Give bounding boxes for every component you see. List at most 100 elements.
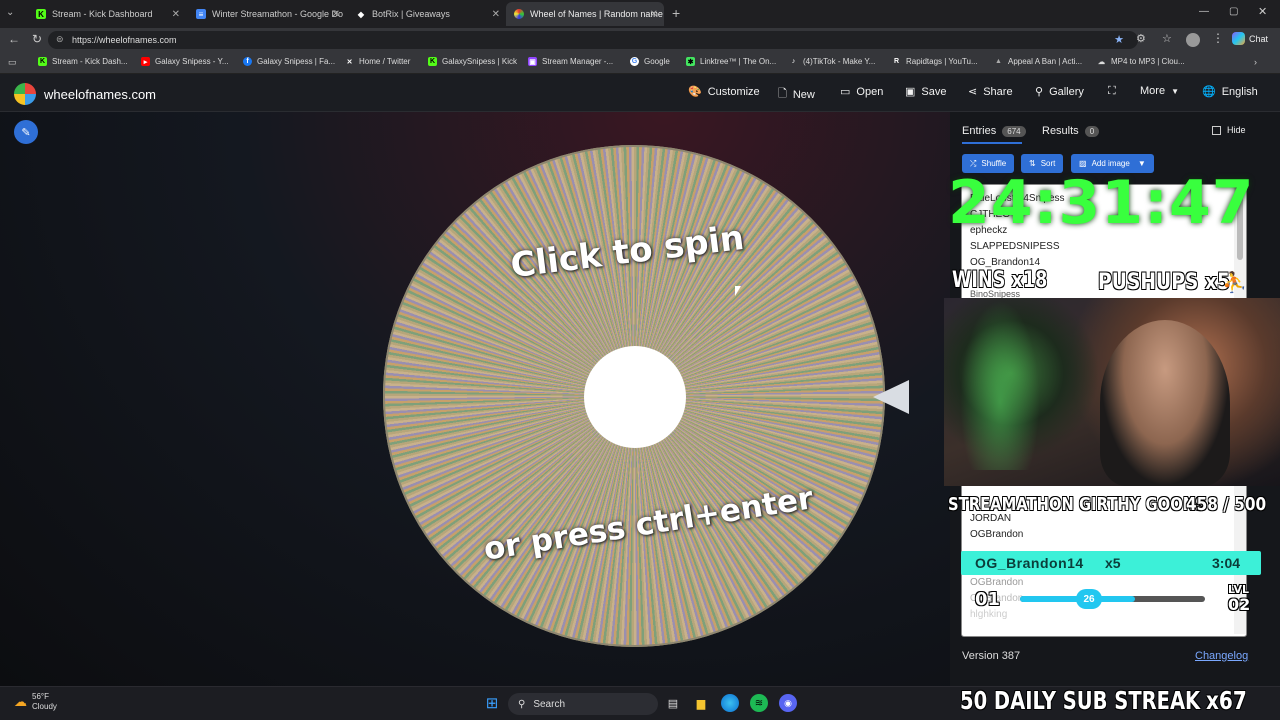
bookmark-label: Galaxy Snipess | Fa... [257, 57, 336, 66]
back-icon[interactable]: ← [8, 32, 20, 46]
results-tab-label: Results [1042, 125, 1079, 137]
task-view-icon[interactable]: ▤ [664, 694, 682, 712]
tab-label: BotRix | Giveaways [372, 9, 450, 19]
share-button[interactable]: ⋖ Share [968, 85, 1013, 99]
file-explorer-icon[interactable]: ▆ [692, 694, 710, 712]
facebook-icon: f [243, 57, 252, 66]
close-icon[interactable]: ✕ [332, 9, 340, 20]
taskbar-search[interactable]: ⚲ Search [508, 693, 658, 715]
new-tab-icon[interactable]: + [672, 5, 680, 21]
apps-icon[interactable]: ▭ [8, 57, 17, 68]
bookmark-label: Linktree™ | The On... [700, 57, 777, 66]
reload-icon[interactable]: ↻ [32, 32, 42, 46]
chat-button[interactable]: Chat [1232, 32, 1268, 45]
open-button[interactable]: ▭ Open [840, 85, 884, 99]
bookmark-label: Galaxy Snipess - Y... [155, 57, 229, 66]
globe-icon: 🌐 [1202, 86, 1216, 98]
customize-button[interactable]: 🎨 Customize [688, 85, 760, 99]
linktree-icon: ✱ [686, 57, 695, 66]
streamathon-progress: 458 / 500 [1186, 494, 1267, 515]
add-image-label: Add image [1091, 159, 1130, 168]
bookmark-item[interactable]: ▲ Appeal A Ban | Acti... [994, 57, 1082, 66]
profile-avatar[interactable] [1186, 33, 1200, 47]
image-icon: ▨ [1079, 159, 1087, 168]
more-button[interactable]: More ▼ [1140, 85, 1179, 97]
close-icon[interactable]: ✕ [492, 9, 500, 20]
bookmark-item[interactable]: ▣ Stream Manager -... [528, 57, 613, 66]
bookmark-item[interactable]: ♪ (4)TikTok - Make Y... [789, 57, 876, 66]
bookmark-label: Stream Manager -... [542, 57, 614, 66]
bookmark-item[interactable]: ☁ MP4 to MP3 | Clou... [1097, 57, 1185, 66]
bookmark-label: GalaxySnipess | Kick [442, 57, 517, 66]
wheel-center-hub[interactable] [584, 346, 686, 448]
bookmark-item[interactable]: ✕ Home / Twitter [345, 57, 411, 66]
bookmark-star-icon[interactable]: ★ [1114, 33, 1124, 46]
bookmark-item[interactable]: f Galaxy Snipess | Fa... [243, 57, 335, 66]
wins-counter: WINS x18 [952, 268, 1048, 293]
folder-icon: ▭ [840, 86, 851, 98]
copilot-icon [1232, 32, 1245, 45]
list-item: SLAPPEDSNIPESS [970, 241, 1060, 252]
changelog-link[interactable]: Changelog [1195, 650, 1248, 662]
list-item: OGBrandon [970, 529, 1024, 540]
windows-start-icon[interactable]: ⊞ [483, 694, 501, 712]
tab-label: Stream - Kick Dashboard [52, 9, 153, 19]
tab-entries[interactable]: Entries 674 [962, 125, 1026, 137]
maximize-icon[interactable]: ▢ [1229, 6, 1238, 17]
chevron-right-icon[interactable]: › [1254, 57, 1257, 67]
site-info-icon[interactable]: ⊜ [56, 34, 64, 45]
pushups-counter: PUSHUPS x5 [1098, 270, 1230, 295]
bookmark-item[interactable]: G Google [630, 57, 670, 66]
close-icon[interactable]: ✕ [650, 9, 658, 20]
tab-kick-dashboard[interactable]: K Stream - Kick Dashboard ✕ [28, 2, 186, 26]
language-label: English [1221, 85, 1258, 98]
tab-botrix[interactable]: ◆ BotRix | Giveaways ✕ [348, 2, 506, 26]
extensions-icon[interactable]: ⚙ [1136, 32, 1146, 45]
save-button[interactable]: ▣ Save [905, 85, 946, 99]
results-count-badge: 0 [1084, 125, 1100, 137]
window-close-icon[interactable]: ✕ [1258, 5, 1267, 18]
spotify-icon[interactable]: ≋ [750, 694, 768, 712]
bookmark-item[interactable]: K GalaxySnipess | Kick [428, 57, 517, 66]
edge-browser-icon[interactable] [721, 694, 739, 712]
weather-widget[interactable]: ☁ 56°F Cloudy [14, 692, 57, 712]
sort-label: Sort [1040, 159, 1056, 168]
shuffle-label: Shuffle [981, 159, 1007, 168]
bookmarks-bar: ▭ K Stream - Kick Dash... ▸ Galaxy Snipess… [0, 52, 1280, 74]
active-tab-indicator [962, 142, 1022, 144]
open-label: Open [856, 85, 884, 98]
bookmark-label: MP4 to MP3 | Clou... [1111, 57, 1185, 66]
new-button[interactable]: 🗋 New [778, 85, 815, 104]
gallery-button[interactable]: ⚲ Gallery [1035, 85, 1084, 99]
tab-google-docs[interactable]: ≡ Winter Streamathon - Google Do ✕ [188, 2, 346, 26]
minimize-icon[interactable]: — [1199, 6, 1209, 17]
hide-checkbox[interactable]: Hide [1212, 125, 1246, 135]
kebab-menu-icon[interactable]: ⋮ [1212, 31, 1224, 45]
tab-label: Wheel of Names | Random name [530, 9, 663, 19]
tab-results[interactable]: Results 0 [1042, 125, 1100, 137]
bookmark-label: Google [644, 57, 670, 66]
bookmark-item[interactable]: ▸ Galaxy Snipess - Y... [141, 57, 229, 66]
streamathon-timer: 24:31:47 [948, 168, 1255, 238]
tab-list-icon[interactable]: ⌄ [6, 7, 14, 18]
bookmark-item[interactable]: R Rapidtags | YouTu... [892, 57, 978, 66]
kick-icon: K [36, 9, 46, 19]
tab-wheel-of-names[interactable]: Wheel of Names | Random name ✕ [506, 2, 664, 26]
site-logo[interactable]: wheelofnames.com [14, 83, 156, 105]
checkbox-icon [1212, 125, 1221, 135]
edit-pencil-button[interactable]: ✎ [14, 120, 38, 144]
level-progress-knob: 26 [1076, 589, 1102, 609]
list-item: OGBrandon [970, 577, 1024, 588]
bookmark-item[interactable]: ✱ Linktree™ | The On... [686, 57, 776, 66]
close-icon[interactable]: ✕ [172, 9, 180, 20]
bookmark-item[interactable]: K Stream - Kick Dash... [38, 57, 128, 66]
app-header: wheelofnames.com 🎨 Customize 🗋 New ▭ Open ▣… [0, 74, 1280, 112]
language-button[interactable]: 🌐 English [1202, 85, 1258, 99]
kick-icon: K [428, 57, 437, 66]
fullscreen-button[interactable]: ⛶ [1108, 85, 1122, 98]
christmas-tree-lights [960, 300, 1040, 470]
url-input[interactable]: ⊜ https://wheelofnames.com ★ [48, 31, 1138, 49]
sort-icon: ⇅ [1029, 159, 1036, 168]
bookmarks-icon[interactable]: ☆ [1162, 32, 1172, 45]
discord-icon[interactable]: ◉ [779, 694, 797, 712]
